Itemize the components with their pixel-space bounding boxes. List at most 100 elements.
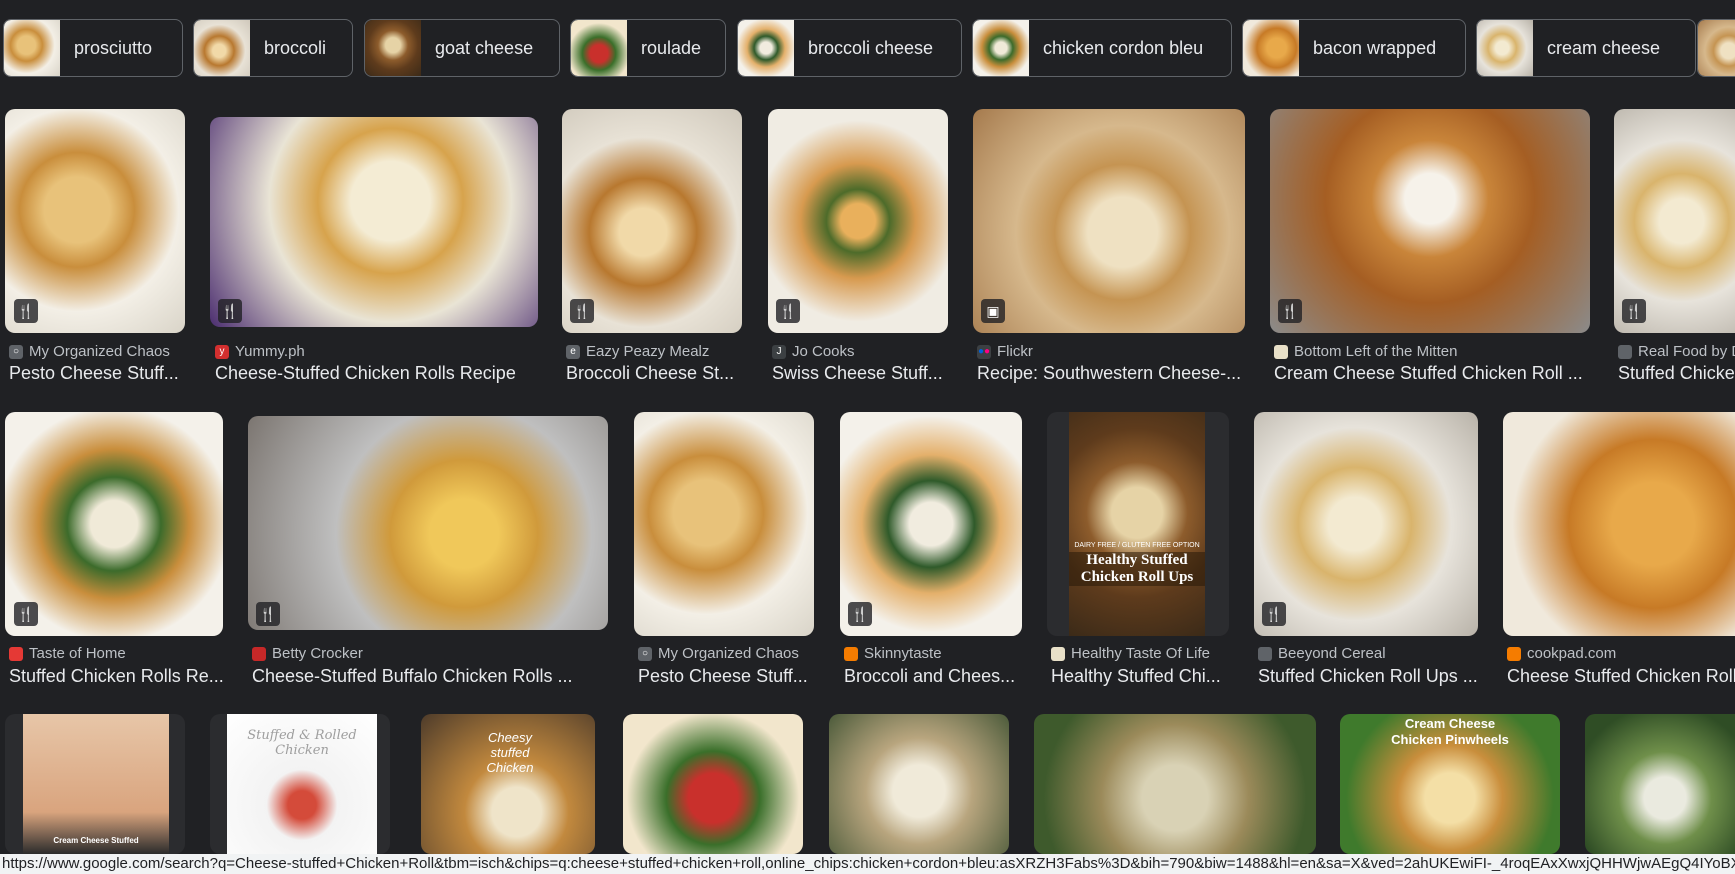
result-title[interactable]: Pesto Cheese Stuff...	[9, 363, 189, 384]
result-card[interactable]: Cream Cheese Chicken Pinwheels	[1340, 714, 1560, 854]
globe-icon: ○	[638, 646, 652, 661]
result-title[interactable]: Pesto Cheese Stuff...	[638, 666, 816, 687]
result-source[interactable]: Beeyond Cereal	[1258, 645, 1478, 662]
chip-roulade[interactable]: roulade	[570, 19, 726, 77]
result-title[interactable]: Broccoli Cheese St...	[566, 363, 744, 384]
chip-more[interactable]	[1697, 19, 1735, 77]
result-card[interactable]: 🍴 ○ My Organized Chaos Pesto Cheese Stuf…	[0, 109, 190, 389]
result-title[interactable]: Stuffed Chicken Rolls Re...	[9, 666, 227, 687]
result-card[interactable]: 🍴 e Eazy Peazy Mealz Broccoli Cheese St.…	[562, 109, 744, 389]
healthytaste-favicon	[1051, 646, 1065, 661]
result-card[interactable]	[829, 714, 1009, 854]
result-image[interactable]: Cream Cheese Chicken Pinwheels	[1340, 714, 1560, 854]
result-image[interactable]	[1270, 109, 1590, 333]
result-source[interactable]: ● ● Flickr	[977, 343, 1245, 360]
chip-thumbnail	[1243, 20, 1299, 76]
result-card[interactable]: 🍴 Taste of Home Stuffed Chicken Rolls Re…	[0, 412, 228, 692]
chip-label: broccoli cheese	[808, 37, 934, 58]
result-source[interactable]: Skinnytaste	[844, 645, 1022, 662]
result-source[interactable]: Healthy Taste Of Life	[1051, 645, 1229, 662]
result-card[interactable]: Stuffed & Rolled Chicken	[210, 714, 390, 854]
yummy-favicon: y	[215, 344, 229, 359]
result-image[interactable]	[248, 416, 608, 630]
result-title[interactable]: Cream Cheese Stuffed Chicken Roll ...	[1274, 363, 1590, 384]
chip-bacon-wrapped[interactable]: bacon wrapped	[1242, 19, 1466, 77]
result-card[interactable]: ○ My Organized Chaos Pesto Cheese Stuff.…	[634, 412, 816, 692]
result-image[interactable]	[973, 109, 1245, 333]
result-card[interactable]: 🍴 Beeyond Cereal Stuffed Chicken Roll Up…	[1254, 412, 1480, 692]
chip-thumbnail	[1477, 20, 1533, 76]
result-source[interactable]: J Jo Cooks	[772, 343, 950, 360]
chip-goat-cheese[interactable]: goat cheese	[364, 19, 560, 77]
result-image[interactable]	[829, 714, 1009, 854]
result-card[interactable]: 🍴 Skinnytaste Broccoli and Chees...	[840, 412, 1024, 692]
chip-label: broccoli	[264, 37, 327, 58]
recipe-icon: 🍴	[1278, 299, 1302, 323]
chip-cream-cheese[interactable]: cream cheese	[1476, 19, 1696, 77]
chip-thumbnail	[738, 20, 794, 76]
chip-broccoli[interactable]: broccoli	[193, 19, 353, 77]
result-card[interactable]: DAIRY FREE / GLUTEN FREE OPTION Healthy …	[1047, 412, 1231, 692]
result-card[interactable]	[623, 714, 803, 854]
result-image[interactable]	[1585, 714, 1735, 854]
result-source[interactable]: cookpad.com	[1507, 645, 1735, 662]
result-card[interactable]: 🍴 Betty Crocker Cheese-Stuffed Buffalo C…	[248, 412, 610, 692]
result-card[interactable]	[1585, 714, 1735, 854]
result-source[interactable]: Bottom Left of the Mitten	[1274, 343, 1590, 360]
result-source[interactable]: Real Food by D	[1618, 343, 1735, 360]
result-source[interactable]: Taste of Home	[9, 645, 227, 662]
result-title[interactable]: Recipe: Southwestern Cheese-...	[977, 363, 1245, 384]
result-source[interactable]: ○ My Organized Chaos	[9, 343, 189, 360]
result-title[interactable]: Stuffed Chicken Roll Ups ...	[1258, 666, 1478, 687]
realfood-favicon	[1618, 344, 1632, 359]
chip-label: goat cheese	[435, 37, 534, 58]
result-source[interactable]: e Eazy Peazy Mealz	[566, 343, 744, 360]
result-title[interactable]: Cheese-Stuffed Buffalo Chicken Rolls ...	[252, 666, 608, 687]
result-card[interactable]: 🍴 J Jo Cooks Swiss Cheese Stuff...	[768, 109, 950, 389]
result-card[interactable]	[1034, 714, 1316, 854]
globe-icon: ○	[9, 344, 23, 359]
result-card[interactable]: Cheesy stuffed Chicken	[421, 714, 595, 854]
chip-label: prosciutto	[74, 37, 153, 58]
chip-prosciutto[interactable]: prosciutto	[3, 19, 183, 77]
result-image[interactable]	[634, 412, 814, 636]
chip-label: bacon wrapped	[1313, 37, 1437, 58]
result-image[interactable]: Cream Cheese Stuffed	[5, 714, 185, 854]
result-card[interactable]: cookpad.com Cheese Stuffed Chicken Roll-	[1503, 412, 1735, 692]
chip-broccoli-cheese[interactable]: broccoli cheese	[737, 19, 962, 77]
result-image[interactable]	[1503, 412, 1735, 636]
result-image[interactable]	[5, 412, 223, 636]
chip-thumbnail	[4, 20, 60, 76]
recipe-icon: 🍴	[1262, 602, 1286, 626]
recipe-icon: 🍴	[1622, 299, 1646, 323]
image-overlay-text: Cream Cheese Chicken Pinwheels	[1391, 716, 1509, 747]
result-source[interactable]: ○ My Organized Chaos	[638, 645, 816, 662]
recipe-icon: 🍴	[848, 602, 872, 626]
result-source[interactable]: Betty Crocker	[252, 645, 608, 662]
chip-chicken-cordon-bleu[interactable]: chicken cordon bleu	[972, 19, 1232, 77]
result-title[interactable]: Stuffed Chicke	[1618, 363, 1735, 384]
result-card[interactable]: ▣ ● ● Flickr Recipe: Southwestern Cheese-…	[973, 109, 1245, 389]
result-image[interactable]	[1034, 714, 1316, 854]
result-card[interactable]: 🍴 Bottom Left of the Mitten Cream Cheese…	[1270, 109, 1590, 389]
recipe-icon: 🍴	[14, 602, 38, 626]
result-title[interactable]: Broccoli and Chees...	[844, 666, 1022, 687]
result-image[interactable]: DAIRY FREE / GLUTEN FREE OPTION Healthy …	[1047, 412, 1229, 636]
chip-label: cream cheese	[1547, 37, 1661, 58]
image-icon: ▣	[981, 299, 1005, 323]
result-source[interactable]: y Yummy.ph	[215, 343, 535, 360]
result-title[interactable]: Swiss Cheese Stuff...	[772, 363, 950, 384]
chip-thumbnail	[571, 20, 627, 76]
result-title[interactable]: Cheese-Stuffed Chicken Rolls Recipe	[215, 363, 540, 384]
result-card[interactable]: 🍴 Real Food by D Stuffed Chicke	[1614, 109, 1735, 389]
result-image[interactable]: Cheesy stuffed Chicken	[421, 714, 595, 854]
result-image[interactable]: Stuffed & Rolled Chicken	[210, 714, 390, 854]
result-image[interactable]	[623, 714, 803, 854]
result-image[interactable]	[210, 117, 538, 327]
result-title[interactable]: Healthy Stuffed Chi...	[1051, 666, 1229, 687]
result-image[interactable]	[1254, 412, 1478, 636]
result-card[interactable]: Cream Cheese Stuffed	[5, 714, 185, 854]
result-title[interactable]: Cheese Stuffed Chicken Roll-	[1507, 666, 1735, 687]
result-card[interactable]: 🍴 y Yummy.ph Cheese-Stuffed Chicken Roll…	[210, 109, 540, 389]
chip-thumbnail	[194, 20, 250, 76]
